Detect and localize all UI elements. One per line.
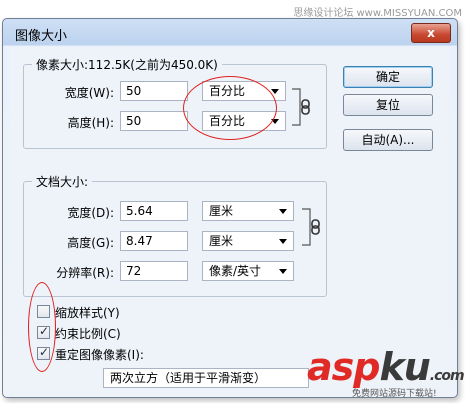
document-link-icon (302, 208, 320, 246)
annotation-ellipse-units (183, 76, 277, 140)
close-button[interactable]: x (411, 23, 451, 43)
pixel-height-input[interactable]: 50 (120, 111, 188, 131)
brand-tagline: 免费网站源码下载站! (352, 389, 437, 399)
doc-width-input[interactable]: 5.64 (120, 201, 188, 221)
doc-height-input[interactable]: 8.47 (120, 231, 188, 251)
reset-button[interactable]: 复位 (343, 94, 433, 116)
chevron-down-icon (279, 239, 287, 244)
pixel-dimensions-group: 像素大小:112.5K(之前为450.0K) 宽度(W): 50 百分比 高度(… (23, 56, 327, 149)
scale-styles-label: 缩放样式(Y) (55, 306, 120, 320)
resample-method-value: 两次立方（适用于平滑渐变） (110, 371, 267, 385)
image-size-dialog: 图像大小 x 像素大小:112.5K(之前为450.0K) 宽度(W): 50 … (2, 18, 458, 398)
doc-height-unit-select[interactable]: 厘米 (202, 231, 294, 251)
chevron-down-icon (279, 269, 287, 274)
brand-logo: aspku.com (307, 345, 465, 389)
dialog-title: 图像大小 (15, 29, 68, 44)
constrain-proportions-label: 约束比例(C) (55, 327, 121, 341)
pixel-dimensions-legend: 像素大小:112.5K(之前为450.0K) (32, 56, 222, 73)
resample-method-select[interactable]: 两次立方（适用于平滑渐变） (103, 368, 309, 388)
resolution-input[interactable]: 72 (120, 261, 188, 281)
watermark-text: 思缘设计论坛 www.MISSYUAN.COM (293, 8, 462, 19)
pixel-height-label: 高度(H): (67, 116, 114, 130)
doc-height-unit-value: 厘米 (209, 234, 234, 248)
close-icon: x (427, 26, 435, 40)
resample-image-label: 重定图像像素(I): (55, 348, 144, 362)
resolution-unit-value: 像素/英寸 (209, 264, 262, 278)
doc-width-label: 宽度(D): (67, 206, 114, 220)
chevron-down-icon (279, 209, 287, 214)
pixel-link-icon (292, 88, 310, 126)
document-size-legend: 文档大小: (32, 173, 93, 190)
ok-button[interactable]: 确定 (343, 66, 433, 88)
resolution-unit-select[interactable]: 像素/英寸 (202, 261, 294, 281)
doc-height-label: 高度(G): (67, 236, 114, 250)
doc-width-unit-value: 厘米 (209, 204, 234, 218)
annotation-ellipse-checkboxes (28, 282, 56, 372)
doc-width-unit-select[interactable]: 厘米 (202, 201, 294, 221)
pixel-width-label: 宽度(W): (64, 86, 114, 100)
auto-button[interactable]: 自动(A)... (343, 129, 433, 151)
document-size-group: 文档大小: 宽度(D): 5.64 厘米 高度(G): 8.47 厘米 分辨率(… (23, 173, 327, 297)
pixel-width-input[interactable]: 50 (120, 81, 188, 101)
resolution-label: 分辨率(R): (56, 266, 114, 280)
